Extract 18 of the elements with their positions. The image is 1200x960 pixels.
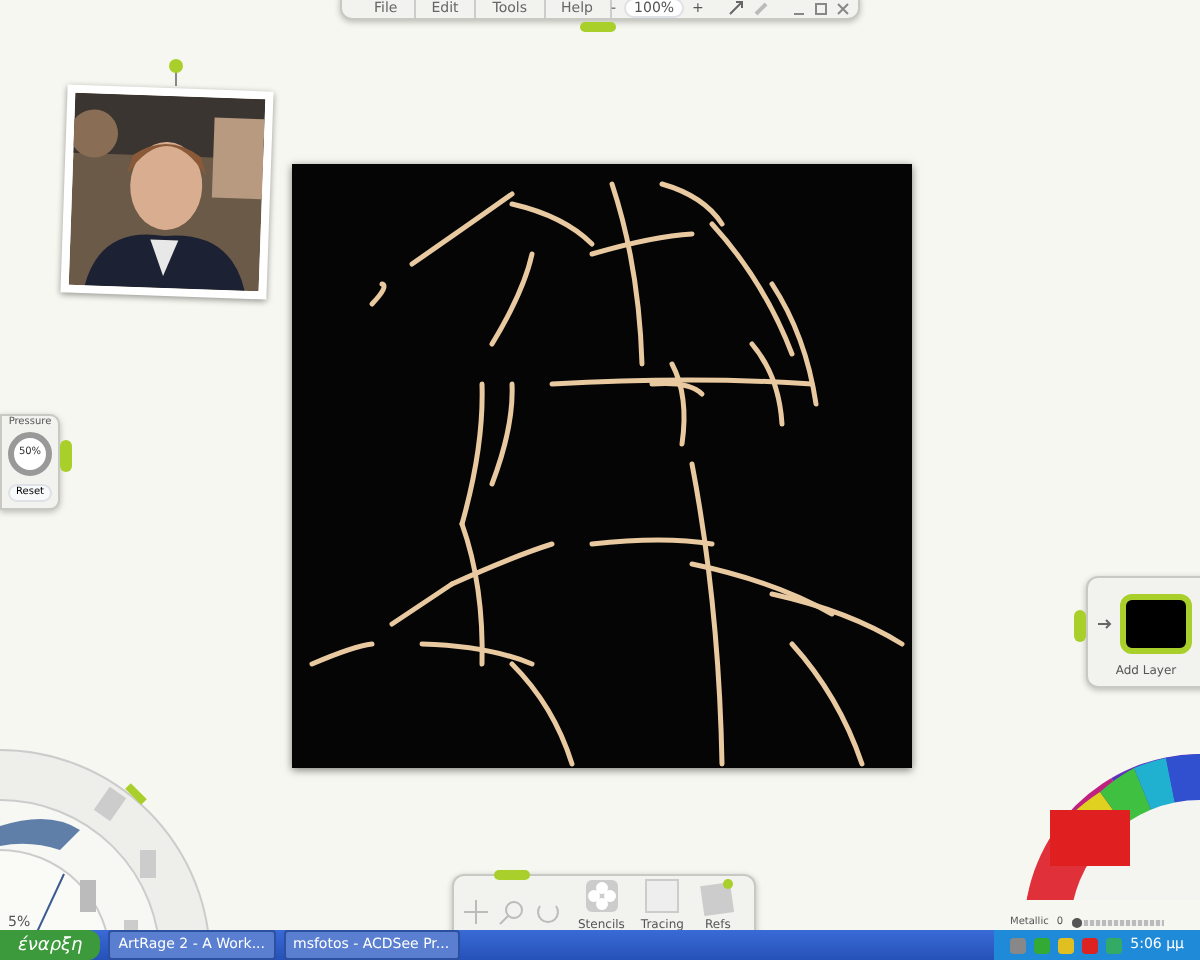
pin-icon (166, 58, 186, 86)
pinned-photo-icon[interactable] (699, 878, 736, 916)
layer-thumbnail[interactable] (1120, 594, 1192, 654)
slider-thumb[interactable] (1071, 918, 1082, 929)
start-button[interactable]: έναρξη (0, 930, 101, 960)
pan-icon[interactable] (727, 0, 746, 16)
panel-handle[interactable] (1074, 610, 1086, 642)
eyedropper-icon[interactable] (753, 0, 772, 16)
panel-handle[interactable] (494, 870, 530, 880)
panel-handle[interactable] (580, 22, 616, 32)
maximize-icon[interactable] (813, 1, 828, 15)
panel-handle[interactable] (60, 440, 72, 472)
close-icon[interactable] (835, 1, 850, 15)
move-icon[interactable] (462, 898, 490, 926)
stencil-icon[interactable] (583, 878, 620, 916)
arrow-icon[interactable] (1096, 618, 1112, 630)
tracing-paper-icon[interactable] (644, 878, 681, 916)
search-icon[interactable] (498, 898, 526, 926)
